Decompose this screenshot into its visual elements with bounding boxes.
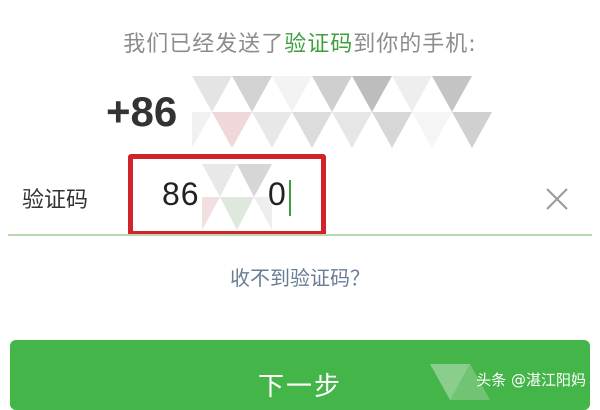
- code-label: 验证码: [22, 188, 89, 213]
- watermark-text: 头条 @湛江阳妈: [476, 371, 586, 389]
- notice-suffix: 到你的手机:: [353, 32, 477, 57]
- notice-text: 我们已经发送了: [123, 32, 285, 57]
- country-code: +86: [106, 88, 178, 135]
- code-highlight-box: [128, 154, 326, 236]
- sms-sent-notice: 我们已经发送了验证码到你的手机:: [0, 26, 600, 58]
- phone-number-row: +86: [106, 76, 506, 148]
- resend-code-link[interactable]: 收不到验证码？: [0, 262, 600, 291]
- phone-number-mosaic: [192, 76, 492, 148]
- close-icon[interactable]: [544, 186, 570, 212]
- verification-code-row: 验证码 86 0: [0, 150, 600, 240]
- input-underline: [8, 234, 592, 236]
- notice-highlight: 验证码: [284, 32, 354, 57]
